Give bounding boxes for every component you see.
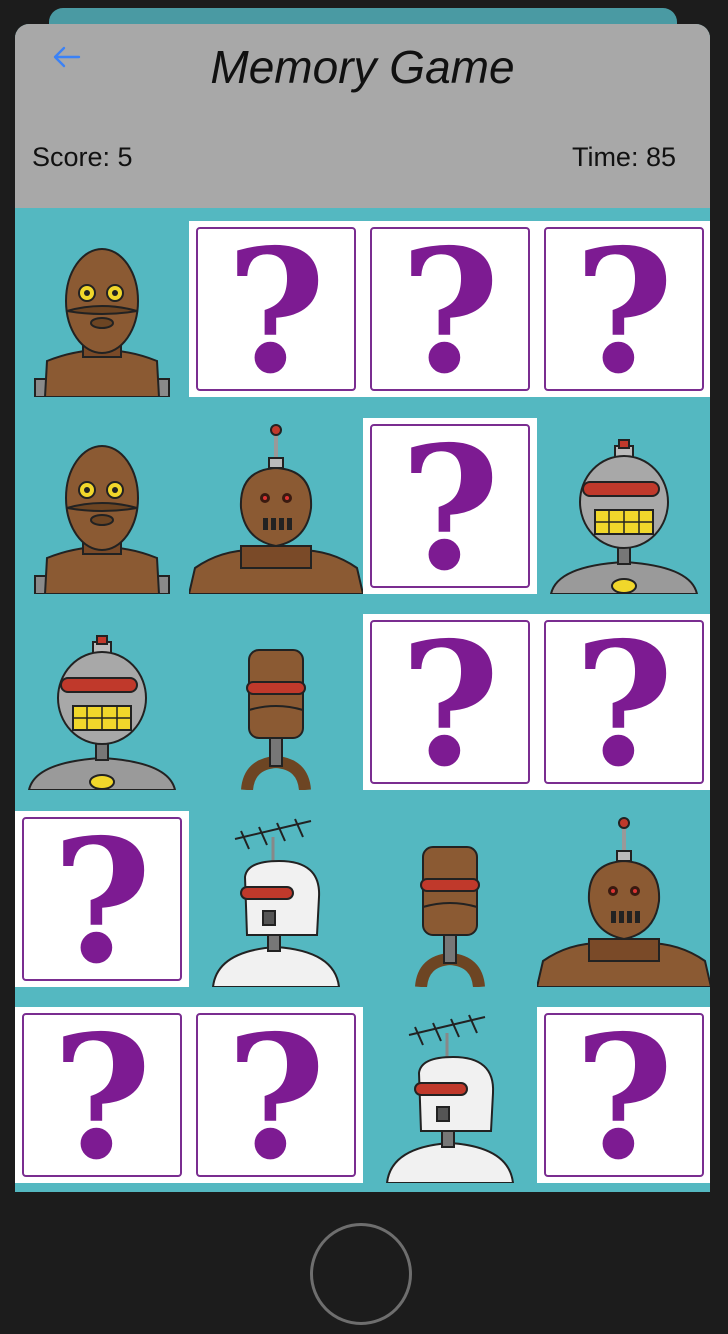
card-face: ? xyxy=(370,424,530,594)
game-screen: Memory Game Score: 5 Time: 85 ?????????? xyxy=(15,24,710,1192)
white-tv-robot-icon xyxy=(385,1014,515,1183)
hidden-card[interactable]: ? xyxy=(537,1007,710,1183)
page-title: Memory Game xyxy=(210,41,515,93)
revealed-card-tall-brown-robot[interactable] xyxy=(363,811,537,987)
card-face: ? xyxy=(22,817,182,987)
brown-robot-icon xyxy=(34,248,170,397)
revealed-card-antenna-robot[interactable] xyxy=(189,418,363,594)
question-mark-icon: ? xyxy=(574,998,674,1192)
grey-grin-robot-icon xyxy=(27,635,177,790)
revealed-card-brown-robot[interactable] xyxy=(15,221,189,397)
tall-brown-robot-icon xyxy=(241,649,311,790)
home-button[interactable] xyxy=(310,1223,412,1325)
hidden-card[interactable]: ? xyxy=(189,221,363,397)
question-mark-icon: ? xyxy=(574,212,674,412)
revealed-card-grey-grin-robot[interactable] xyxy=(15,614,189,790)
question-mark-icon: ? xyxy=(226,212,326,412)
hidden-card[interactable]: ? xyxy=(15,811,189,987)
revealed-card-white-tv-robot[interactable] xyxy=(189,811,363,987)
hidden-card[interactable]: ? xyxy=(363,418,537,594)
hidden-card[interactable]: ? xyxy=(537,221,710,397)
antenna-robot-icon xyxy=(537,817,710,987)
revealed-card-antenna-robot[interactable] xyxy=(537,811,710,987)
hidden-card[interactable]: ? xyxy=(363,614,537,790)
revealed-card-white-tv-robot[interactable] xyxy=(363,1007,537,1183)
question-mark-icon: ? xyxy=(400,605,500,805)
question-mark-icon: ? xyxy=(52,802,152,1002)
time-label: Time: 85 xyxy=(571,142,676,172)
card-face: ? xyxy=(196,227,356,397)
question-mark-icon: ? xyxy=(400,409,500,609)
brown-robot-icon xyxy=(34,445,170,594)
tall-brown-robot-icon xyxy=(415,846,485,987)
revealed-card-tall-brown-robot[interactable] xyxy=(189,614,363,790)
card-face: ? xyxy=(370,227,530,397)
question-mark-icon: ? xyxy=(400,212,500,412)
white-tv-robot-icon xyxy=(211,818,341,987)
card-face: ? xyxy=(196,1013,356,1183)
card-face: ? xyxy=(544,1013,704,1183)
card-face: ? xyxy=(544,620,704,790)
hidden-card[interactable]: ? xyxy=(537,614,710,790)
grey-grin-robot-icon xyxy=(549,439,699,594)
score-label: Score: 5 xyxy=(32,142,133,172)
hidden-card[interactable]: ? xyxy=(363,221,537,397)
question-mark-icon: ? xyxy=(226,998,326,1192)
header: Memory Game Score: 5 Time: 85 xyxy=(15,24,710,208)
card-face: ? xyxy=(22,1013,182,1183)
hidden-card[interactable]: ? xyxy=(189,1007,363,1183)
revealed-card-grey-grin-robot[interactable] xyxy=(537,418,710,594)
hidden-card[interactable]: ? xyxy=(15,1007,189,1183)
card-face: ? xyxy=(370,620,530,790)
question-mark-icon: ? xyxy=(574,605,674,805)
card-face: ? xyxy=(544,227,704,397)
antenna-robot-icon xyxy=(189,424,363,594)
card-grid: ?????????? xyxy=(15,208,710,1192)
question-mark-icon: ? xyxy=(52,998,152,1192)
revealed-card-brown-robot[interactable] xyxy=(15,418,189,594)
